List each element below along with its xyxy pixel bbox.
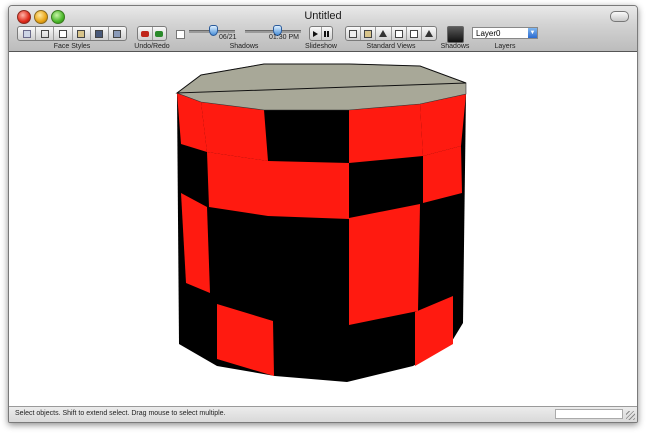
left-view-icon[interactable] — [422, 27, 436, 40]
shadows-toggle-button[interactable] — [447, 26, 464, 43]
undo-icon[interactable] — [138, 27, 153, 40]
face-styles-label: Face Styles — [53, 43, 91, 50]
checker-face — [349, 204, 420, 325]
face-styles-group — [17, 26, 127, 41]
shadow-date: 06/21 — [219, 34, 237, 41]
status-bar: Select objects. Shift to extend select. … — [9, 406, 637, 422]
pause-icon[interactable] — [322, 27, 333, 40]
standard-views-group — [345, 26, 437, 41]
front-view-icon[interactable] — [376, 27, 392, 40]
cylinder-model — [175, 63, 467, 382]
hidden-line-style-icon[interactable] — [54, 27, 73, 40]
layers-label: Layers — [494, 43, 516, 50]
layer-selected-value: Layer0 — [476, 29, 501, 38]
wireframe-style-icon[interactable] — [36, 27, 55, 40]
undo-redo-label: Undo/Redo — [134, 43, 170, 50]
model-viewport[interactable] — [9, 52, 637, 406]
checker-face — [268, 161, 349, 219]
shaded-textures-style-icon[interactable] — [91, 27, 109, 40]
checker-face — [349, 104, 423, 163]
shadows-slider-label: Shadows — [229, 43, 259, 50]
layer-select[interactable]: Layer0 ▼ — [472, 27, 538, 39]
shadow-time: 01:30 PM — [269, 34, 299, 41]
iso-view-icon[interactable] — [346, 27, 362, 40]
status-text: Select objects. Shift to extend select. … — [15, 410, 226, 417]
top-view-icon[interactable] — [361, 27, 377, 40]
redo-icon[interactable] — [153, 27, 167, 40]
xray-style-icon[interactable] — [18, 27, 37, 40]
undo-redo-group — [137, 26, 167, 41]
slideshow-label: Slideshow — [305, 43, 337, 50]
play-icon[interactable] — [310, 27, 322, 40]
toolbar-toggle-button[interactable] — [610, 11, 629, 22]
checker-face — [201, 102, 268, 161]
checker-face — [207, 152, 268, 216]
standard-views-label: Standard Views — [366, 43, 416, 50]
shadows-toggle-label: Shadows — [440, 43, 470, 50]
monochrome-style-icon[interactable] — [109, 27, 126, 40]
right-view-icon[interactable] — [392, 27, 407, 40]
date-slider-knob[interactable] — [209, 25, 218, 36]
measurements-field[interactable] — [555, 409, 623, 419]
resize-grip-icon[interactable] — [626, 411, 635, 420]
slideshow-group — [309, 26, 333, 41]
chevron-down-icon: ▼ — [528, 28, 537, 38]
shaded-style-icon[interactable] — [73, 27, 91, 40]
back-view-icon[interactable] — [407, 27, 422, 40]
cylinder-top — [176, 63, 467, 111]
window-title: Untitled — [304, 10, 342, 22]
checker-face — [423, 146, 462, 203]
sketchup-window: Untitled Face Styles Undo/Redo 06/21 01:… — [8, 5, 638, 423]
title-toolbar: Untitled Face Styles Undo/Redo 06/21 01:… — [9, 6, 637, 52]
shadow-checkbox[interactable] — [176, 30, 185, 39]
